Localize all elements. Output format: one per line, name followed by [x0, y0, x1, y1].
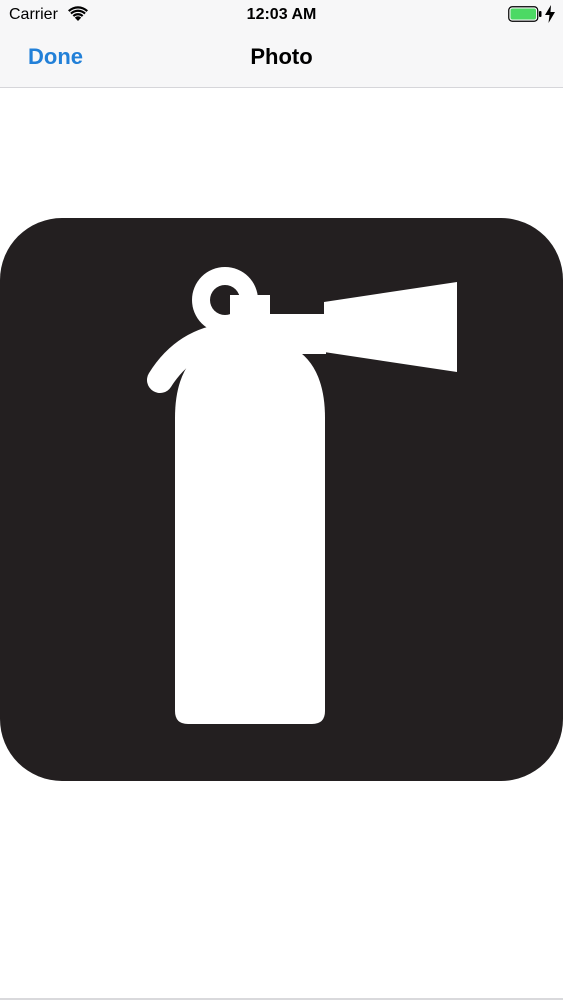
navigation-bar: Done Photo	[0, 30, 563, 88]
status-time: 12:03 AM	[246, 6, 317, 23]
fire-extinguisher-icon	[0, 218, 563, 781]
status-bar: Carrier 12:03 AM	[0, 0, 563, 30]
done-button[interactable]: Done	[28, 44, 83, 70]
battery-icon	[508, 6, 542, 22]
bolt-icon	[545, 5, 555, 23]
page-title: Photo	[250, 44, 313, 69]
